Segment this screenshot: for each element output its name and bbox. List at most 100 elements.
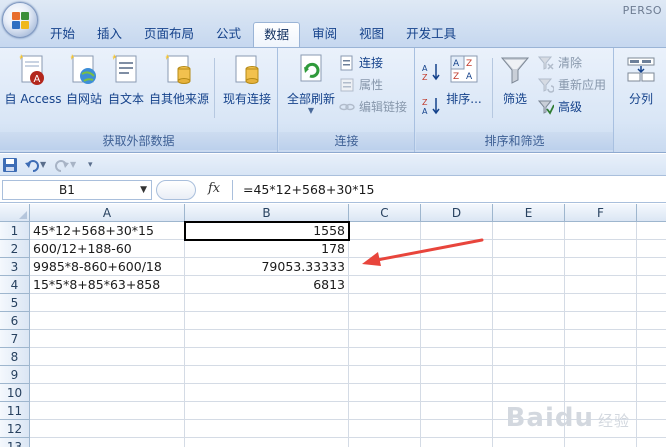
cell[interactable] [565,366,637,384]
undo-button[interactable] [24,157,40,173]
tab-formulas[interactable]: 公式 [206,22,251,46]
cell[interactable] [637,312,666,330]
cell[interactable] [421,240,493,258]
cell[interactable] [349,312,421,330]
cell[interactable] [637,330,666,348]
column-header-next[interactable] [637,204,666,222]
cell[interactable] [30,312,185,330]
cell[interactable] [185,366,349,384]
cell[interactable] [30,330,185,348]
cell[interactable] [637,222,666,240]
cell[interactable] [421,312,493,330]
insert-function-button[interactable]: fx [208,181,220,196]
redo-button[interactable] [54,157,70,173]
cell[interactable]: 79053.33333 [185,258,349,276]
cell[interactable] [349,402,421,420]
cell[interactable] [349,258,421,276]
cell[interactable] [185,420,349,438]
row-header[interactable]: 12 [0,420,30,438]
row-header[interactable]: 11 [0,402,30,420]
reapply-button[interactable]: 重新应用 [537,75,606,95]
cell[interactable] [637,366,666,384]
cell[interactable] [421,276,493,294]
tab-page-layout[interactable]: 页面布局 [134,22,204,46]
cell[interactable] [349,294,421,312]
row-header[interactable]: 9 [0,366,30,384]
sort-descending-button[interactable]: ZA [422,96,442,116]
cell[interactable]: 178 [185,240,349,258]
cell[interactable] [30,384,185,402]
cell[interactable] [349,276,421,294]
row-header[interactable]: 2 [0,240,30,258]
from-other-sources-button[interactable]: 自其他来源 [148,52,210,114]
redo-dropdown-icon[interactable]: ▼ [70,157,80,173]
sort-button[interactable]: AZZA 排序... [444,52,484,114]
column-header-d[interactable]: D [421,204,493,222]
from-text-button[interactable]: 自文本 [106,52,146,114]
cell[interactable] [637,258,666,276]
cell[interactable] [421,366,493,384]
cell[interactable] [421,258,493,276]
cell[interactable] [493,222,565,240]
name-box-dropdown-icon[interactable]: ▼ [140,181,147,199]
cell[interactable] [637,438,666,447]
row-header[interactable]: 4 [0,276,30,294]
tab-home[interactable]: 开始 [40,22,85,46]
cell[interactable]: 1558 [184,221,350,241]
sort-ascending-button[interactable]: AZ [422,62,442,82]
cell[interactable] [185,402,349,420]
column-header-f[interactable]: F [565,204,637,222]
advanced-filter-button[interactable]: 高级 [537,97,582,117]
cell[interactable] [565,258,637,276]
row-header[interactable]: 13 [0,438,30,447]
cell[interactable] [637,348,666,366]
row-header[interactable]: 7 [0,330,30,348]
office-button[interactable] [2,2,38,38]
edit-links-button[interactable]: 编辑链接 [339,97,407,117]
customize-qat-icon[interactable]: ▾ [88,157,100,173]
refresh-all-button[interactable]: 全部刷新 ▼ [283,52,339,115]
cell[interactable] [421,402,493,420]
cell[interactable]: 9985*8-860+600/18 [30,258,185,276]
cell[interactable] [493,240,565,258]
cell[interactable]: 600/12+188-60 [30,240,185,258]
cell[interactable] [421,384,493,402]
clear-filter-button[interactable]: 清除 [537,53,582,73]
from-web-button[interactable]: 自网站 [64,52,104,114]
cell[interactable] [637,402,666,420]
cell[interactable] [637,240,666,258]
cell[interactable] [565,438,637,447]
cell[interactable] [493,348,565,366]
name-box[interactable]: B1 ▼ [2,180,152,200]
cell[interactable] [493,276,565,294]
cell[interactable] [565,330,637,348]
row-header[interactable]: 6 [0,312,30,330]
tab-view[interactable]: 视图 [349,22,394,46]
tab-insert[interactable]: 插入 [87,22,132,46]
row-header[interactable]: 10 [0,384,30,402]
cell[interactable] [493,258,565,276]
tab-review[interactable]: 审阅 [302,22,347,46]
cell[interactable] [30,438,185,447]
filter-button[interactable]: 筛选 [496,52,534,114]
save-button[interactable] [2,157,18,173]
from-access-button[interactable]: A 自 Access [4,52,62,114]
cell[interactable] [349,348,421,366]
cell[interactable] [349,330,421,348]
cell[interactable] [565,276,637,294]
tab-data[interactable]: 数据 [253,22,301,48]
cell[interactable] [493,438,565,447]
cell[interactable] [349,366,421,384]
cell[interactable] [421,222,493,240]
cell[interactable] [30,348,185,366]
cell[interactable] [349,438,421,447]
cell[interactable] [30,294,185,312]
cell[interactable]: 45*12+568+30*15 [30,222,185,240]
cell[interactable] [185,294,349,312]
row-header[interactable]: 3 [0,258,30,276]
cell[interactable] [30,420,185,438]
cell[interactable] [421,348,493,366]
cell[interactable] [637,276,666,294]
cell[interactable] [637,384,666,402]
column-header-b[interactable]: B [185,204,349,222]
